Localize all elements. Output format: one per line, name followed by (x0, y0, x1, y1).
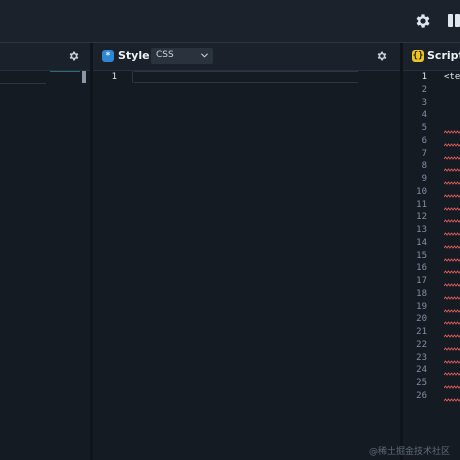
gear-icon[interactable] (68, 50, 80, 62)
top-toolbar (0, 0, 460, 43)
line-number: 26 (416, 390, 427, 401)
line-number: 24 (416, 365, 427, 376)
line-number: 19 (416, 301, 427, 312)
current-line-border (134, 71, 358, 72)
line-number-gutter: 1 2 3 4 5 6 7 8 9 10 11 12 13 14 15 16 17 18 19 20 21 22 23 24 2… (403, 71, 427, 403)
selection-highlight (50, 71, 80, 72)
line-number: 8 (421, 161, 427, 172)
line-number: 1 (421, 72, 427, 82)
language-select-value: CSS (156, 50, 174, 60)
gear-icon[interactable] (414, 12, 432, 30)
error-squiggle (444, 245, 460, 249)
line-number: 22 (416, 339, 427, 350)
error-squiggle (444, 296, 460, 300)
line-number: 5 (421, 123, 427, 133)
error-squiggle (444, 283, 460, 287)
braces-icon: {} (412, 50, 424, 62)
line-number: 3 (421, 97, 427, 108)
error-squiggle (444, 143, 460, 147)
left-panel-header (0, 43, 90, 71)
error-squiggle (444, 257, 460, 262)
error-squiggle (444, 372, 460, 377)
left-editor[interactable] (0, 71, 90, 460)
line-number: 2 (421, 84, 427, 95)
line-number: 13 (416, 225, 427, 235)
error-squiggle (444, 270, 460, 275)
line-number: 23 (416, 352, 427, 363)
chevron-down-icon (201, 53, 208, 58)
style-panel-header: * Style CSS (93, 43, 400, 71)
current-line-border (0, 83, 46, 84)
line-number: 21 (416, 327, 427, 337)
language-select[interactable]: CSS (151, 48, 213, 64)
script-editor[interactable]: 1 2 3 4 5 6 7 8 9 10 11 12 13 14 15 16 17 18 19 20 21 22 23 24 2… (403, 71, 460, 460)
error-squiggle (444, 194, 460, 198)
script-panel-header: {} Script (403, 43, 460, 71)
error-squiggle (444, 219, 460, 224)
error-squiggle (444, 398, 460, 402)
error-squiggle (444, 181, 460, 185)
style-panel-title: Style (118, 49, 150, 62)
error-squiggle (444, 206, 460, 211)
error-squiggle (444, 155, 460, 160)
error-squiggle (444, 321, 460, 326)
line-number: 9 (421, 174, 427, 184)
line-number: 25 (416, 378, 427, 388)
line-number: 18 (416, 288, 427, 299)
error-squiggle (444, 232, 460, 236)
indent-guide (132, 71, 133, 83)
script-panel-title: Script (427, 49, 460, 62)
code-line: <te (444, 72, 460, 82)
error-squiggle (444, 130, 460, 134)
line-number-gutter: 1 (93, 71, 117, 84)
error-squiggle (444, 385, 460, 389)
layout-columns-icon[interactable] (448, 14, 460, 28)
line-number: 16 (416, 263, 427, 274)
error-squiggle (444, 334, 460, 338)
line-number: 7 (421, 148, 427, 159)
error-squiggle (444, 168, 460, 173)
watermark: @稀土掘金技术社区 (369, 447, 451, 457)
line-number: 4 (421, 110, 427, 121)
line-number: 10 (416, 186, 427, 197)
asterisk-icon: * (102, 50, 114, 62)
error-squiggle (444, 347, 460, 351)
line-number: 14 (416, 237, 427, 248)
line-number: 20 (416, 314, 427, 325)
current-line-border (134, 82, 358, 83)
line-number: 17 (416, 276, 427, 286)
line-number: 6 (421, 135, 427, 146)
style-editor[interactable]: 1 (93, 71, 400, 460)
error-squiggle (444, 359, 460, 364)
error-squiggle (444, 308, 460, 313)
gear-icon[interactable] (376, 50, 388, 62)
line-number: 15 (416, 250, 427, 261)
line-number: 12 (416, 212, 427, 223)
text-cursor (82, 71, 86, 83)
line-number: 1 (111, 72, 117, 82)
line-number: 11 (416, 199, 427, 210)
